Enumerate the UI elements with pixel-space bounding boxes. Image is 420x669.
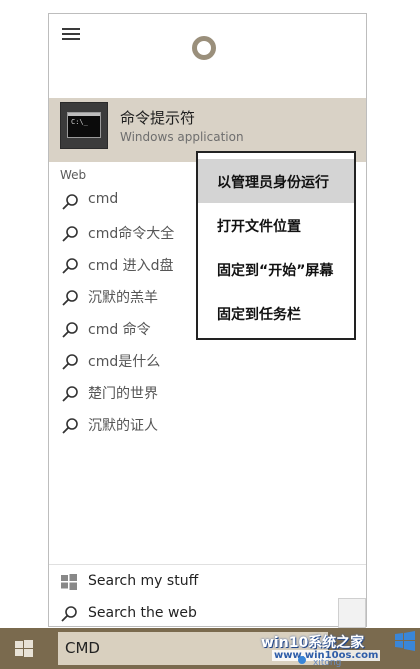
menu-item-label: 以管理员身份运行 bbox=[217, 175, 329, 191]
search-my-stuff-label: Search my stuff bbox=[88, 573, 199, 589]
best-match-subtitle: Windows application bbox=[120, 130, 244, 144]
list-item[interactable]: 楚门的世界 bbox=[49, 378, 366, 408]
menu-item-run-as-admin[interactable]: 以管理员身份运行 bbox=[198, 159, 354, 203]
search-icon bbox=[62, 290, 78, 306]
menu-item-pin-to-start[interactable]: 固定到“开始”屏幕 bbox=[198, 247, 354, 291]
menu-item-open-file-location[interactable]: 打开文件位置 bbox=[198, 203, 354, 247]
command-prompt-icon: C:\_ bbox=[60, 102, 108, 149]
search-icon bbox=[61, 606, 77, 622]
result-text: cmd命令大全 bbox=[88, 226, 175, 242]
context-menu: 以管理员身份运行 打开文件位置 固定到“开始”屏幕 固定到任务栏 bbox=[196, 151, 356, 340]
best-match-title: 命令提示符 bbox=[120, 109, 196, 127]
search-icon bbox=[62, 418, 78, 434]
menu-icon[interactable] bbox=[62, 28, 82, 42]
start-button[interactable] bbox=[0, 628, 48, 669]
menu-item-pin-to-taskbar[interactable]: 固定到任务栏 bbox=[198, 291, 354, 335]
result-text: 沉默的证人 bbox=[88, 418, 158, 434]
windows-logo-icon bbox=[61, 574, 77, 590]
search-icon bbox=[62, 258, 78, 274]
search-icon bbox=[62, 386, 78, 402]
search-icon bbox=[62, 322, 78, 338]
search-icon bbox=[62, 194, 78, 210]
menu-item-label: 固定到“开始”屏幕 bbox=[217, 263, 334, 279]
watermark-logo-icon bbox=[395, 631, 415, 651]
watermark-dot bbox=[298, 656, 306, 664]
result-text: cmd是什么 bbox=[88, 354, 161, 370]
watermark-extra: xitong bbox=[313, 658, 342, 668]
result-text: cmd 命令 bbox=[88, 322, 151, 338]
web-section-label: Web bbox=[60, 168, 87, 182]
taskbar: CMD win10系统之家 www.win10os.com xitong bbox=[0, 628, 420, 669]
search-icon bbox=[62, 354, 78, 370]
search-the-web-label: Search the web bbox=[88, 605, 197, 621]
list-item[interactable]: 沉默的证人 bbox=[49, 410, 366, 440]
divider bbox=[49, 564, 366, 565]
menu-item-label: 固定到任务栏 bbox=[217, 307, 301, 323]
search-the-web-button[interactable]: Search the web bbox=[49, 600, 366, 630]
search-my-stuff-button[interactable]: Search my stuff bbox=[49, 568, 366, 598]
result-text: 楚门的世界 bbox=[88, 386, 158, 402]
result-text: cmd bbox=[88, 191, 119, 207]
list-item[interactable]: cmd是什么 bbox=[49, 346, 366, 376]
search-icon bbox=[62, 226, 78, 242]
cortana-icon bbox=[192, 36, 216, 60]
result-text: cmd 进入d盘 bbox=[88, 258, 174, 274]
watermark-title: win10系统之家 bbox=[261, 635, 365, 651]
menu-item-label: 打开文件位置 bbox=[217, 219, 301, 235]
result-text: 沉默的羔羊 bbox=[88, 290, 158, 306]
windows-logo-icon bbox=[15, 640, 33, 657]
scrollbar-button[interactable] bbox=[338, 598, 366, 628]
